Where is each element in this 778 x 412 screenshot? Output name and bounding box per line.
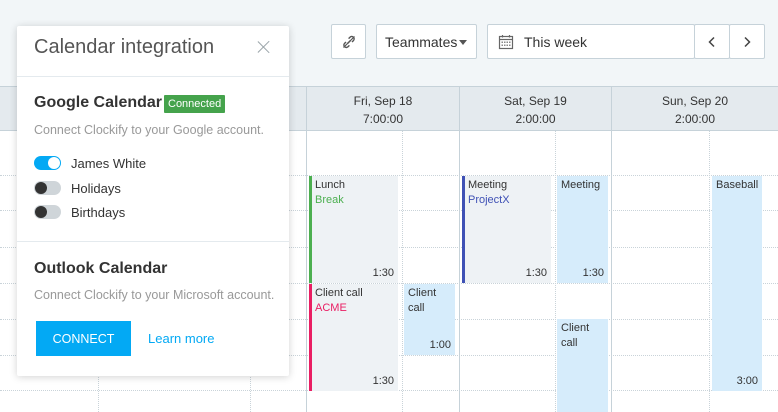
calendar-integration-popup: Calendar integration Google Calendar Con… [17, 26, 289, 376]
day-header-fri: Fri, Sep 18 7:00:00 [306, 87, 459, 131]
project-color-bar [309, 284, 312, 391]
day-total: 7:00:00 [362, 112, 404, 126]
teammates-label: Teammates [385, 33, 458, 50]
day-header-sat: Sat, Sep 19 2:00:00 [459, 87, 611, 131]
toggle-switch[interactable] [34, 156, 61, 170]
calendar-link-button[interactable] [331, 24, 366, 59]
entry-description: Client call [315, 287, 363, 299]
project-color-bar [309, 176, 312, 283]
day-header-sun: Sun, Sep 20 2:00:00 [611, 87, 778, 131]
chevron-left-icon [708, 36, 715, 47]
calendar-icon [498, 34, 514, 49]
entry-duration: 1:00 [429, 339, 451, 351]
entry-duration: 1:30 [372, 375, 394, 387]
entry-description: Meeting [561, 179, 601, 191]
entry-project: Break [315, 194, 344, 206]
time-entry-meeting[interactable]: Meeting ProjectX 1:30 [462, 176, 551, 283]
calendar-toggle-row[interactable]: James White [34, 154, 146, 172]
day-total: 2:00:00 [515, 112, 556, 126]
divider [17, 76, 289, 77]
toggle-switch[interactable] [34, 205, 61, 219]
caret-down-icon [459, 40, 467, 45]
entry-description: Client call [561, 322, 590, 349]
connect-button[interactable]: Connect [36, 321, 131, 356]
entry-duration: 1:30 [582, 267, 604, 279]
project-color-bar [462, 176, 465, 283]
time-entry-client-call[interactable]: Client call [557, 319, 608, 412]
outlook-calendar-title: Outlook Calendar [34, 260, 168, 277]
toggle-switch[interactable] [34, 181, 61, 195]
entry-description: Meeting [468, 179, 508, 191]
entry-duration: 3:00 [736, 375, 758, 387]
divider [17, 241, 289, 242]
entry-description: Baseball [716, 179, 759, 191]
day-label: Fri, Sep 18 [353, 94, 413, 108]
day-label: Sat, Sep 19 [504, 94, 567, 108]
close-icon[interactable] [257, 40, 271, 54]
time-entry-lunch[interactable]: Lunch Break 1:30 [309, 176, 398, 283]
link-off-icon [342, 35, 355, 48]
toggle-label: Birthdays [71, 204, 126, 220]
entry-project: ACME [315, 302, 347, 314]
entry-duration: 1:30 [525, 267, 547, 279]
day-label: Sun, Sep 20 [661, 94, 729, 108]
time-entry-client-call[interactable]: Client call ACME 1:30 [309, 284, 398, 391]
toggle-label: James White [71, 155, 147, 171]
next-week-button[interactable] [729, 24, 765, 59]
entry-duration: 1:30 [372, 267, 394, 279]
time-entry-meeting[interactable]: Meeting 1:30 [557, 176, 608, 283]
calendar-toggle-row[interactable]: Holidays [34, 179, 121, 197]
time-entry-baseball[interactable]: Baseball 3:00 [712, 176, 762, 391]
time-entry-client-call[interactable]: Client call 1:00 [404, 284, 455, 355]
entry-project: ProjectX [468, 194, 510, 206]
google-calendar-title: Google Calendar [34, 94, 163, 111]
toggle-label: Holidays [71, 180, 121, 196]
entry-description: Client call [408, 287, 437, 314]
date-range-picker[interactable]: This week [487, 24, 695, 59]
entry-description: Lunch [315, 179, 345, 191]
google-description: Connect Clockify to your Google account. [34, 123, 264, 137]
connected-badge: Connected [164, 95, 226, 113]
calendar-toggle-row[interactable]: Birthdays [34, 203, 125, 221]
outlook-description: Connect Clockify to your Microsoft accou… [34, 288, 275, 302]
previous-week-button[interactable] [694, 24, 730, 59]
date-range-label: This week [524, 33, 588, 50]
learn-more-link[interactable]: Learn more [148, 331, 214, 346]
day-total: 2:00:00 [674, 112, 716, 126]
teammates-dropdown[interactable]: Teammates [376, 24, 477, 59]
chevron-right-icon [744, 36, 751, 47]
popup-title: Calendar integration [34, 36, 215, 58]
